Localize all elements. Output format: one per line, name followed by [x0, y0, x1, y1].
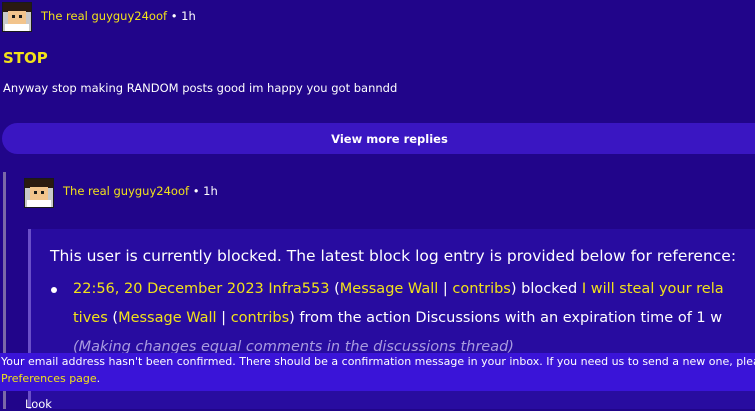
- reply-timestamp: 1h: [203, 184, 218, 198]
- paren: (: [329, 281, 340, 297]
- reply-meta: The real guyguy24oof • 1h: [63, 184, 218, 198]
- preferences-link[interactable]: Preferences page: [1, 372, 97, 385]
- banner-line-2: Preferences page.: [0, 370, 755, 387]
- email-confirmation-banner: Your email address hasn't been confirmed…: [0, 353, 755, 391]
- block-notice-heading: This user is currently blocked. The late…: [50, 247, 737, 265]
- meta-separator: •: [192, 184, 200, 198]
- target-wall-link[interactable]: Message Wall: [118, 310, 217, 326]
- post-author-link[interactable]: The real guyguy24oof: [41, 9, 167, 23]
- banner-tail: .: [96, 372, 101, 385]
- list-bullet: [51, 287, 57, 293]
- blocked-text: ) blocked: [510, 281, 582, 297]
- post-body: Anyway stop making RANDOM posts good im …: [3, 81, 398, 95]
- view-more-replies-button[interactable]: View more replies: [2, 123, 755, 154]
- blocker-wall-link[interactable]: Message Wall: [340, 281, 439, 297]
- block-log-entry-line-2: tives (Message Wall | contribs) from the…: [73, 310, 722, 326]
- blocker-link[interactable]: Infra553: [268, 281, 329, 297]
- timestamp-link[interactable]: 22:56, 20 December 2023: [73, 281, 264, 297]
- meta-separator: •: [170, 9, 178, 23]
- action-text: ) from the action Discussions with an ex…: [289, 310, 723, 326]
- post-meta: The real guyguy24oof • 1h: [41, 9, 196, 23]
- blocker-contribs-link[interactable]: contribs: [452, 281, 510, 297]
- target-user-link[interactable]: I will steal your rela: [582, 281, 724, 297]
- post-timestamp: 1h: [181, 9, 196, 23]
- target-user-link-cont[interactable]: tives: [73, 310, 108, 326]
- banner-text: Your email address hasn't been confirmed…: [1, 355, 755, 368]
- reply-author-link[interactable]: The real guyguy24oof: [63, 184, 189, 198]
- post-title: STOP: [3, 49, 48, 67]
- paren: (: [107, 310, 119, 326]
- pipe: |: [216, 310, 231, 326]
- pipe: |: [438, 281, 453, 297]
- target-contribs-link[interactable]: contribs: [231, 310, 289, 326]
- reply-avatar[interactable]: [24, 178, 54, 208]
- user-avatar[interactable]: [2, 2, 32, 32]
- block-log-entry-line-1: 22:56, 20 December 2023 Infra553 (Messag…: [73, 281, 724, 297]
